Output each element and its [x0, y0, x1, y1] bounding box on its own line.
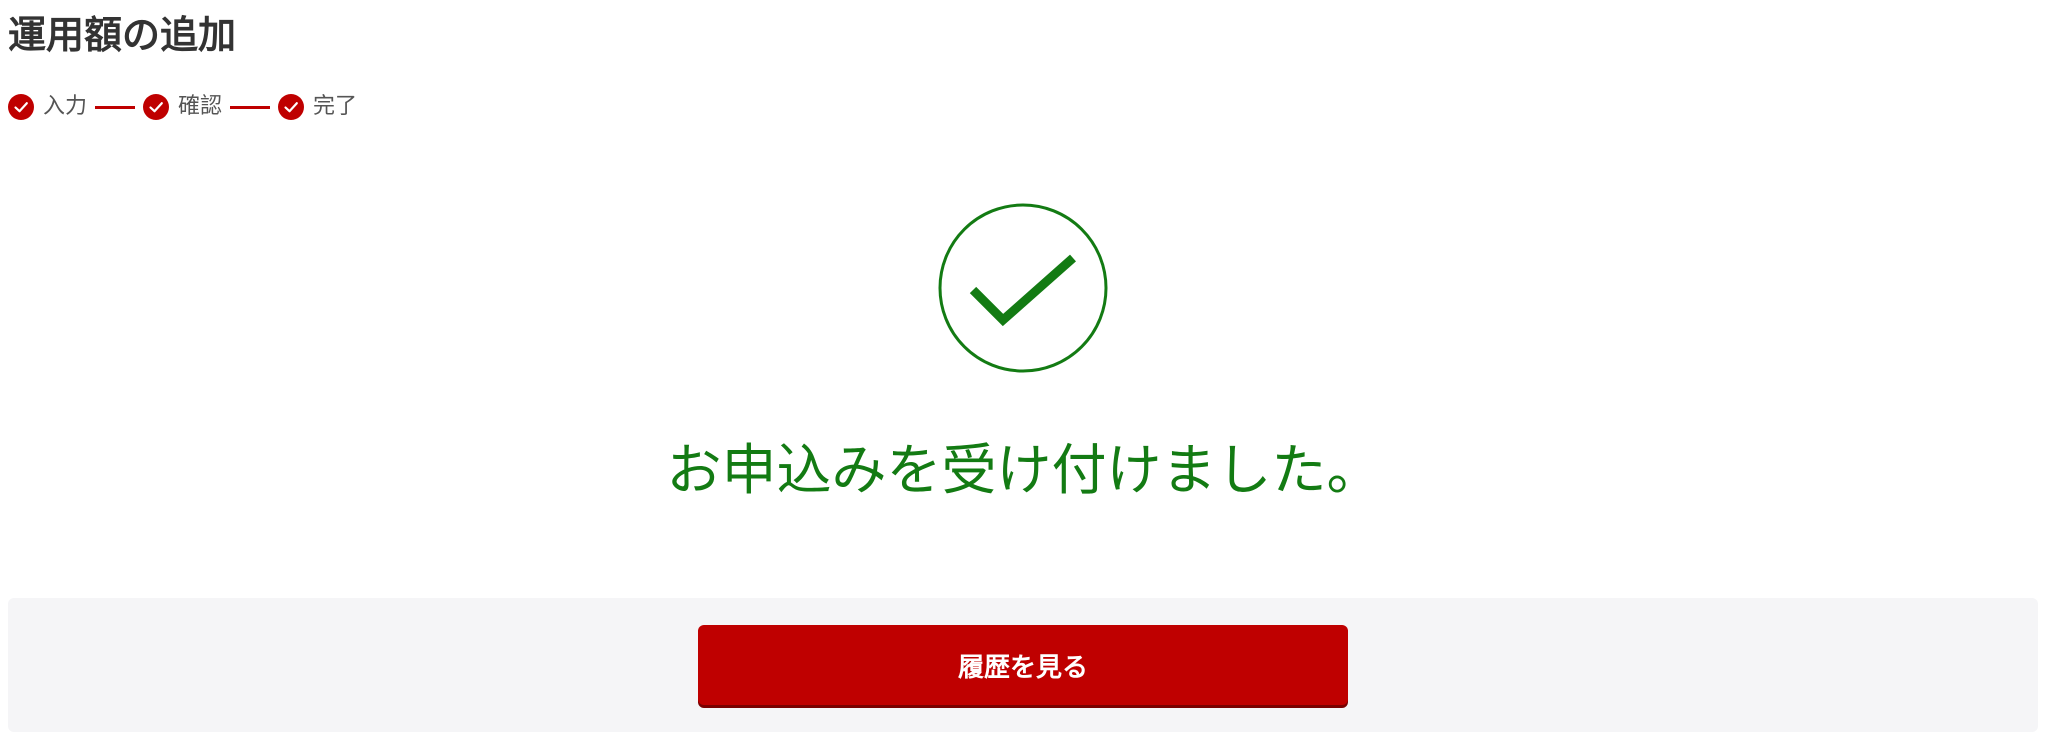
action-area: 履歴を見る: [8, 598, 2038, 732]
check-circle-icon: [8, 94, 34, 120]
step-input: 入力: [8, 94, 87, 120]
completion-page: 運用額の追加 入力 確認 完了 お申込みを受け付けました。 履歴を見る: [0, 0, 2048, 744]
page-title: 運用額の追加: [8, 13, 237, 57]
step-confirm: 確認: [143, 94, 222, 120]
step-connector: [95, 105, 136, 109]
step-label: 入力: [43, 94, 88, 119]
check-circle-icon: [143, 94, 170, 120]
view-history-button[interactable]: 履歴を見る: [698, 625, 1348, 705]
step-connector: [230, 105, 271, 109]
success-message: お申込みを受け付けました。: [666, 438, 1382, 502]
success-check-icon: [938, 203, 1108, 373]
step-complete: 完了: [278, 94, 357, 120]
step-label: 確認: [178, 94, 223, 119]
progress-steps: 入力 確認 完了: [8, 90, 357, 124]
step-label: 完了: [313, 94, 358, 119]
check-circle-icon: [278, 94, 305, 120]
